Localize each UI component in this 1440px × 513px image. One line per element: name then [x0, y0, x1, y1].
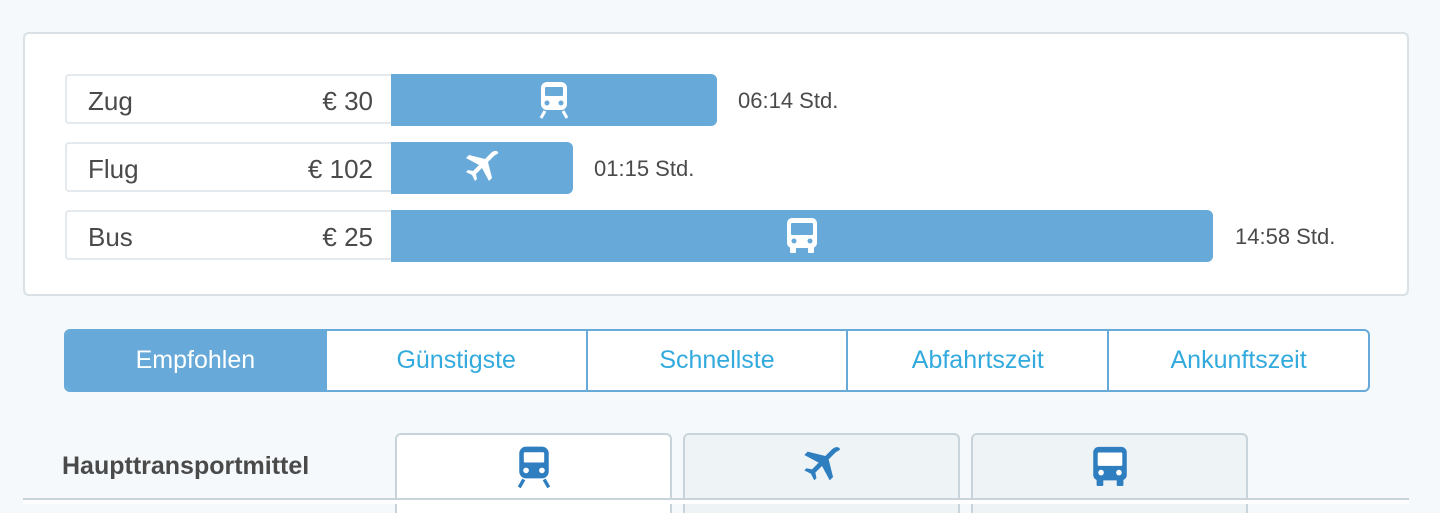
main-transport-label: Haupttransportmittel — [62, 452, 310, 480]
plane-icon — [466, 150, 499, 181]
duration-text: 14:58 Std. — [1235, 224, 1336, 249]
duration-bar — [391, 142, 573, 194]
travel-comparison-card: Zug € 30 06:14 Std. Flug € 102 01:15 Std… — [23, 32, 1409, 296]
sort-tabs: Empfohlen Günstigste Schnellste Abfahrts… — [64, 329, 1370, 392]
mode-label-box: Bus € 25 — [65, 210, 393, 260]
duration-bar — [391, 74, 717, 126]
mode-label-box: Flug € 102 — [65, 142, 393, 192]
duration-bar — [391, 210, 1213, 262]
duration-text: 01:15 Std. — [594, 156, 695, 181]
tab-fastest[interactable]: Schnellste — [585, 331, 847, 390]
tab-departure-time[interactable]: Abfahrtszeit — [846, 331, 1107, 390]
mode-price: € 102 — [307, 154, 373, 184]
bus-icon — [1092, 446, 1127, 486]
mode-name: Flug — [88, 154, 139, 184]
tab-cheapest[interactable]: Günstigste — [324, 331, 586, 390]
tab-arrival-time[interactable]: Ankunftszeit — [1107, 331, 1368, 390]
mode-price: € 30 — [322, 86, 373, 116]
bus-icon — [787, 218, 817, 253]
train-icon — [517, 446, 550, 489]
train-icon — [539, 82, 569, 119]
mode-price: € 25 — [322, 222, 373, 252]
mode-name: Bus — [88, 222, 133, 252]
results-panel-edge — [23, 498, 1409, 504]
tab-recommended[interactable]: Empfohlen — [66, 331, 325, 390]
plane-icon — [803, 447, 840, 481]
mode-label-box: Zug € 30 — [65, 74, 393, 124]
mode-name: Zug — [88, 86, 133, 116]
duration-text: 06:14 Std. — [738, 88, 839, 113]
